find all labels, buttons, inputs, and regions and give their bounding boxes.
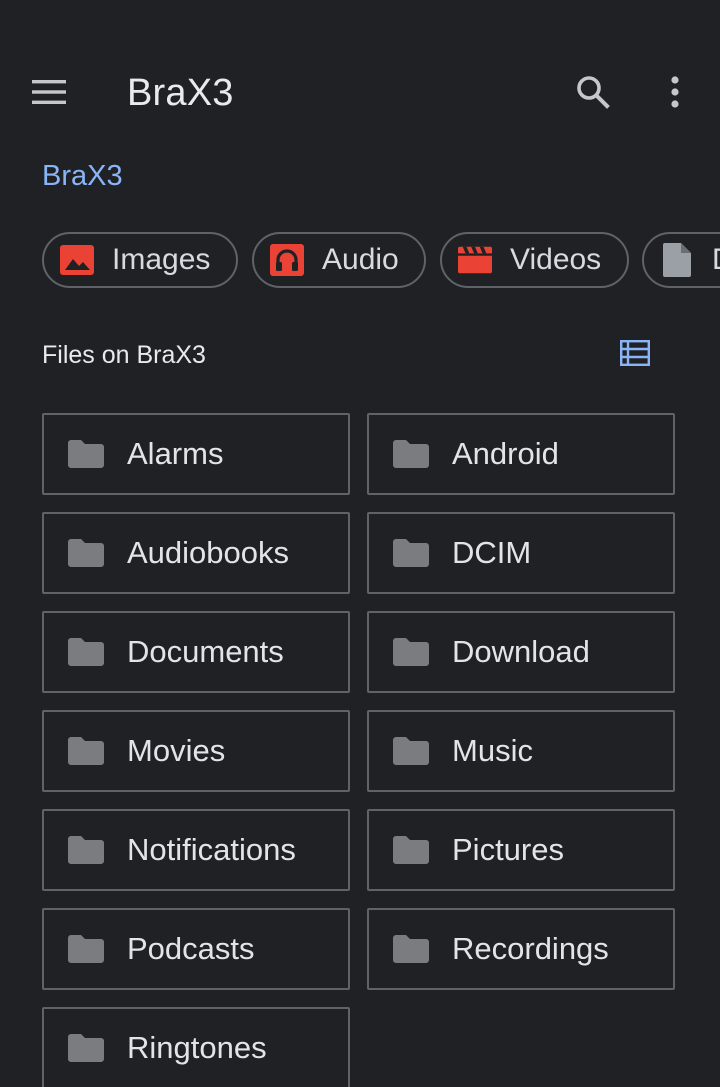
folder-icon [67, 637, 105, 667]
folder-label: Music [452, 733, 533, 768]
image-icon [60, 243, 94, 277]
folder-item[interactable]: Notifications [42, 809, 350, 891]
folder-item[interactable]: Audiobooks [42, 512, 350, 594]
chip-documents[interactable]: D [642, 232, 720, 288]
folder-label: Android [452, 436, 559, 471]
folder-item[interactable]: Music [367, 710, 675, 792]
folder-icon [392, 736, 430, 766]
chip-label: Videos [510, 243, 602, 276]
chip-label: Audio [322, 243, 399, 276]
breadcrumb-root[interactable]: BraX3 [42, 156, 123, 196]
folder-item[interactable]: Movies [42, 710, 350, 792]
menu-button[interactable] [21, 64, 77, 120]
more-options-button[interactable] [647, 64, 703, 120]
folder-label: Pictures [452, 832, 564, 867]
folder-icon [392, 439, 430, 469]
top-app-bar: BraX3 [0, 40, 720, 144]
list-view-toggle[interactable] [610, 328, 660, 378]
folder-label: Audiobooks [127, 535, 290, 570]
files-app: BraX3 BraX3 Images Audio Videos Files on… [0, 0, 720, 1087]
chip-images[interactable]: Images [42, 232, 238, 288]
folder-item[interactable]: Alarms [42, 413, 350, 495]
folder-icon [67, 538, 105, 568]
folder-item[interactable]: Download [367, 611, 675, 693]
folder-item[interactable]: Documents [42, 611, 350, 693]
chip-label: Images [112, 243, 211, 276]
search-icon [577, 76, 610, 109]
folder-label: Alarms [127, 436, 224, 471]
folder-icon [67, 439, 105, 469]
folder-item[interactable]: Recordings [367, 908, 675, 990]
category-chips: Images Audio Videos [42, 232, 720, 288]
folder-label: Notifications [127, 832, 296, 867]
folder-icon [392, 934, 430, 964]
chip-videos[interactable]: Videos [440, 232, 629, 288]
folder-item[interactable]: DCIM [367, 512, 675, 594]
folder-label: Recordings [452, 931, 609, 966]
folder-icon [392, 637, 430, 667]
document-icon [660, 243, 694, 277]
folder-label: DCIM [452, 535, 532, 570]
search-button[interactable] [565, 64, 621, 120]
chip-audio[interactable]: Audio [252, 232, 426, 288]
more-vert-icon [671, 76, 679, 108]
folder-icon [392, 538, 430, 568]
section-title: Files on BraX3 [42, 341, 206, 369]
folder-item[interactable]: Ringtones [42, 1007, 350, 1087]
movie-icon [458, 243, 492, 277]
chip-label: D [712, 243, 720, 277]
folder-icon [392, 835, 430, 865]
folder-label: Ringtones [127, 1030, 267, 1065]
list-view-icon [620, 340, 650, 366]
headphones-icon [270, 243, 304, 277]
menu-icon [32, 80, 66, 104]
folder-label: Documents [127, 634, 284, 669]
app-title: BraX3 [127, 72, 234, 114]
folder-label: Podcasts [127, 931, 255, 966]
folder-icon [67, 835, 105, 865]
folder-item[interactable]: Podcasts [42, 908, 350, 990]
folder-label: Movies [127, 733, 226, 768]
folder-item[interactable]: Android [367, 413, 675, 495]
folder-label: Download [452, 634, 590, 669]
folder-icon [67, 736, 105, 766]
folder-item[interactable]: Pictures [367, 809, 675, 891]
folder-icon [67, 1033, 105, 1063]
folder-icon [67, 934, 105, 964]
